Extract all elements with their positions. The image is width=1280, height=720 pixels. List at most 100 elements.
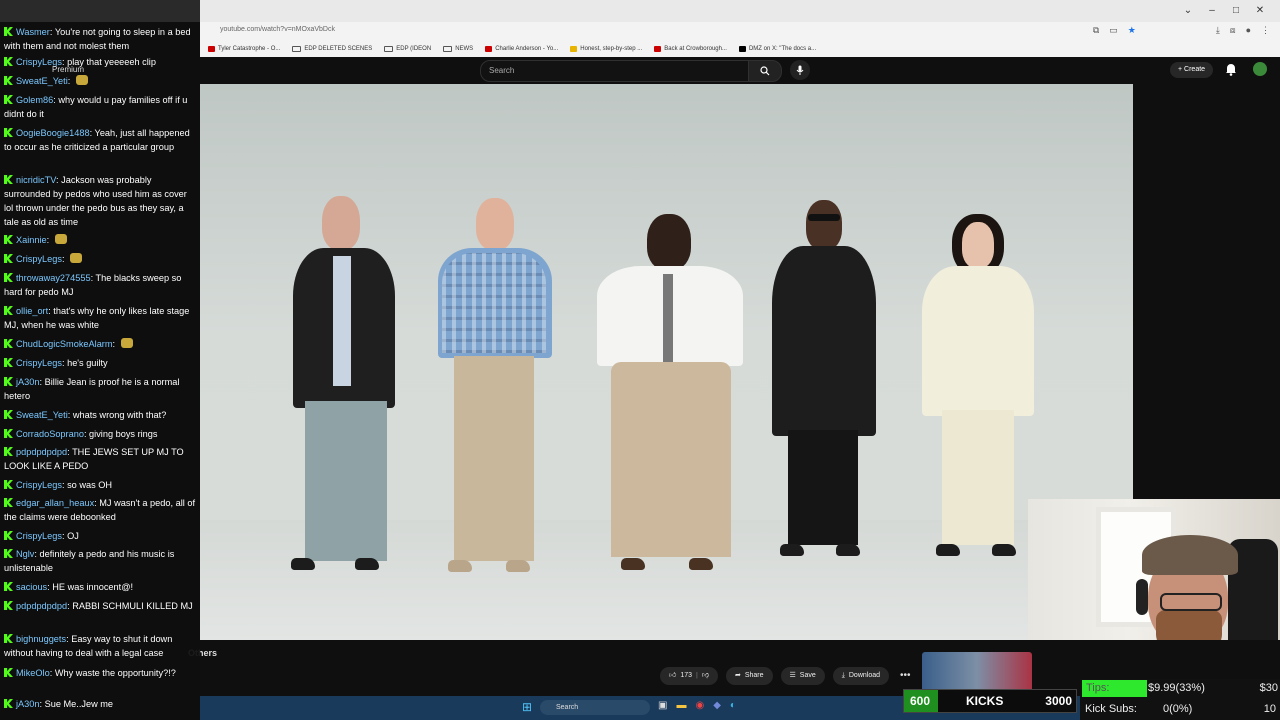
- chat-username[interactable]: sacious: [16, 582, 47, 592]
- chat-username[interactable]: jA30n: [16, 699, 40, 709]
- windows-start-icon[interactable]: ⊞: [522, 700, 532, 714]
- discord-icon[interactable]: ◆: [713, 700, 721, 711]
- chat-username[interactable]: CrispyLegs: [16, 480, 62, 490]
- chat-message: OogieBoogie1488: Yeah, just all happened…: [4, 126, 198, 154]
- chat-username[interactable]: pdpdpdpdpd: [16, 447, 67, 457]
- chat-message: Xainnie:: [4, 233, 198, 247]
- download-button[interactable]: ⤓ Download: [832, 667, 890, 685]
- chat-username[interactable]: Wasmer: [16, 27, 50, 37]
- maximize-icon[interactable]: □: [1224, 2, 1248, 20]
- sidebar-area: [1133, 84, 1280, 499]
- chat-username[interactable]: Nglv: [16, 549, 34, 559]
- profile-icon[interactable]: ●: [1246, 25, 1251, 36]
- chat-panel: Wasmer: You're not going to sleep in a b…: [0, 0, 200, 720]
- chat-username[interactable]: ollie_ort: [16, 306, 48, 316]
- save-button[interactable]: ☰ Save: [780, 667, 825, 685]
- bookmark-item[interactable]: NEWS: [443, 46, 473, 52]
- kick-badge-icon: [4, 582, 13, 591]
- bookmark-item[interactable]: Back at Crowborough...: [654, 46, 727, 52]
- chat-username[interactable]: MikeOlo: [16, 668, 50, 678]
- chat-username[interactable]: CrispyLegs: [16, 358, 62, 368]
- chat-message: CrispyLegs: play that yeeeeeh clip: [4, 55, 198, 69]
- thumbs-down-icon[interactable]: 👎︎: [702, 667, 709, 685]
- chat-username[interactable]: CrispyLegs: [16, 254, 62, 264]
- search-placeholder: Search: [489, 66, 515, 75]
- chat-username[interactable]: SweatE_Yeti: [16, 76, 68, 86]
- bookmark-item[interactable]: EDP (IDEON: [384, 46, 431, 52]
- chat-text: OJ: [67, 531, 79, 541]
- voice-search-button[interactable]: [790, 60, 810, 80]
- cast-icon[interactable]: ▭: [1109, 25, 1118, 36]
- install-icon[interactable]: ⧉: [1093, 25, 1099, 36]
- edge-icon[interactable]: ◐: [730, 700, 736, 711]
- video-actions: 👍︎ 173 | 👎︎ ➦ Share ☰ Save ⤓ Download: [660, 667, 890, 685]
- chat-message: pdpdpdpdpd: THE JEWS SET UP MJ TO LOOK L…: [4, 445, 198, 473]
- search-input[interactable]: Search: [480, 60, 750, 82]
- chat-text: HE was innocent@!: [52, 582, 134, 592]
- chat-message: ChudLogicSmokeAlarm:: [4, 337, 198, 351]
- bookmark-item[interactable]: Honest, step-by-step ...: [570, 46, 642, 52]
- kick-badge-icon: [4, 377, 13, 386]
- chat-message: jA30n: Billie Jean is proof he is a norm…: [4, 375, 198, 403]
- chat-username[interactable]: CrispyLegs: [16, 531, 62, 541]
- download-icon[interactable]: ⤓: [1216, 25, 1220, 36]
- minimize-icon[interactable]: –: [1200, 2, 1224, 20]
- create-button[interactable]: + Create: [1170, 62, 1214, 78]
- chat-message: Golem86: why would u pay families off if…: [4, 93, 198, 121]
- chat-username[interactable]: nicridicTV: [16, 175, 56, 185]
- cutout-figure: [770, 200, 880, 560]
- address-bar[interactable]: youtube.com/watch?v=nMOxaVbDck ⧉ ▭ ★ ⤓ ⧈…: [200, 22, 1280, 41]
- kick-badge-icon: [4, 254, 13, 263]
- chat-username[interactable]: SweatE_Yeti: [16, 410, 68, 420]
- bell-icon[interactable]: [1225, 63, 1237, 76]
- task-view-icon[interactable]: ▣: [658, 700, 667, 711]
- video-player[interactable]: [200, 84, 1133, 640]
- chat-username[interactable]: CorradoSoprano: [16, 429, 84, 439]
- kick-badge-icon: [4, 410, 13, 419]
- url-text[interactable]: youtube.com/watch?v=nMOxaVbDck: [220, 26, 335, 33]
- kick-badge-icon: [4, 480, 13, 489]
- bookmark-item[interactable]: EDP DELETED SCENES: [292, 46, 372, 52]
- bookmark-item[interactable]: DMZ on X: "The docs a...: [738, 46, 816, 52]
- menu-icon[interactable]: ⋮: [1261, 25, 1270, 36]
- bookmark-item[interactable]: Tyler Catastrophe - O...: [208, 46, 280, 52]
- download-icon: ⤓: [841, 672, 845, 679]
- chat-username[interactable]: ChudLogicSmokeAlarm: [16, 339, 113, 349]
- chat-username[interactable]: edgar_allan_heaux: [16, 498, 94, 508]
- chevron-down-icon[interactable]: ⌄: [1176, 2, 1200, 20]
- more-actions-icon[interactable]: •••: [900, 670, 911, 681]
- bookmark-star-icon[interactable]: ★: [1128, 25, 1136, 36]
- subs-label: Kick Subs:: [1085, 703, 1137, 715]
- chat-message: CrispyLegs: OJ: [4, 529, 198, 543]
- bookmark-item[interactable]: Charlie Anderson - Yo...: [485, 46, 558, 52]
- taskbar-search[interactable]: Search: [540, 700, 650, 715]
- window-controls: ⌄ – □ ✕: [1176, 2, 1272, 20]
- file-explorer-icon[interactable]: ▬: [676, 700, 686, 711]
- chat-username[interactable]: OogieBoogie1488: [16, 128, 90, 138]
- chat-message: CrispyLegs: he's guilty: [4, 356, 198, 370]
- avatar[interactable]: [1253, 62, 1267, 76]
- chat-text: he's guilty: [67, 358, 108, 368]
- extensions-icon[interactable]: ⧈: [1230, 25, 1236, 36]
- chat-text: Why waste the opportunity?!?: [54, 668, 176, 678]
- close-icon[interactable]: ✕: [1248, 2, 1272, 20]
- chat-username[interactable]: jA30n: [16, 377, 40, 387]
- glasses: [1160, 593, 1222, 611]
- chat-separator: :: [61, 254, 68, 264]
- chat-username[interactable]: throwaway274555: [16, 273, 91, 283]
- chrome-icon[interactable]: ◉: [695, 700, 704, 711]
- share-button[interactable]: ➦ Share: [725, 667, 773, 685]
- youtube-header: Search + Create: [200, 57, 1280, 84]
- save-icon: ☰: [789, 672, 796, 679]
- search-button[interactable]: [748, 60, 782, 82]
- like-button[interactable]: 👍︎ 173 | 👎︎: [660, 667, 718, 685]
- chat-message: pdpdpdpdpd: RABBI SCHMULI KILLED MJ: [4, 599, 198, 613]
- cutout-figure: [285, 196, 405, 576]
- chat-username[interactable]: bighnuggets: [16, 634, 66, 644]
- cutout-figure: [918, 214, 1038, 559]
- chat-username[interactable]: pdpdpdpdpd: [16, 601, 67, 611]
- chat-username[interactable]: Golem86: [16, 95, 53, 105]
- chat-message: SweatE_Yeti: whats wrong with that?: [4, 408, 198, 422]
- kick-badge-icon: [4, 699, 13, 708]
- chat-username[interactable]: Xainnie: [16, 235, 47, 245]
